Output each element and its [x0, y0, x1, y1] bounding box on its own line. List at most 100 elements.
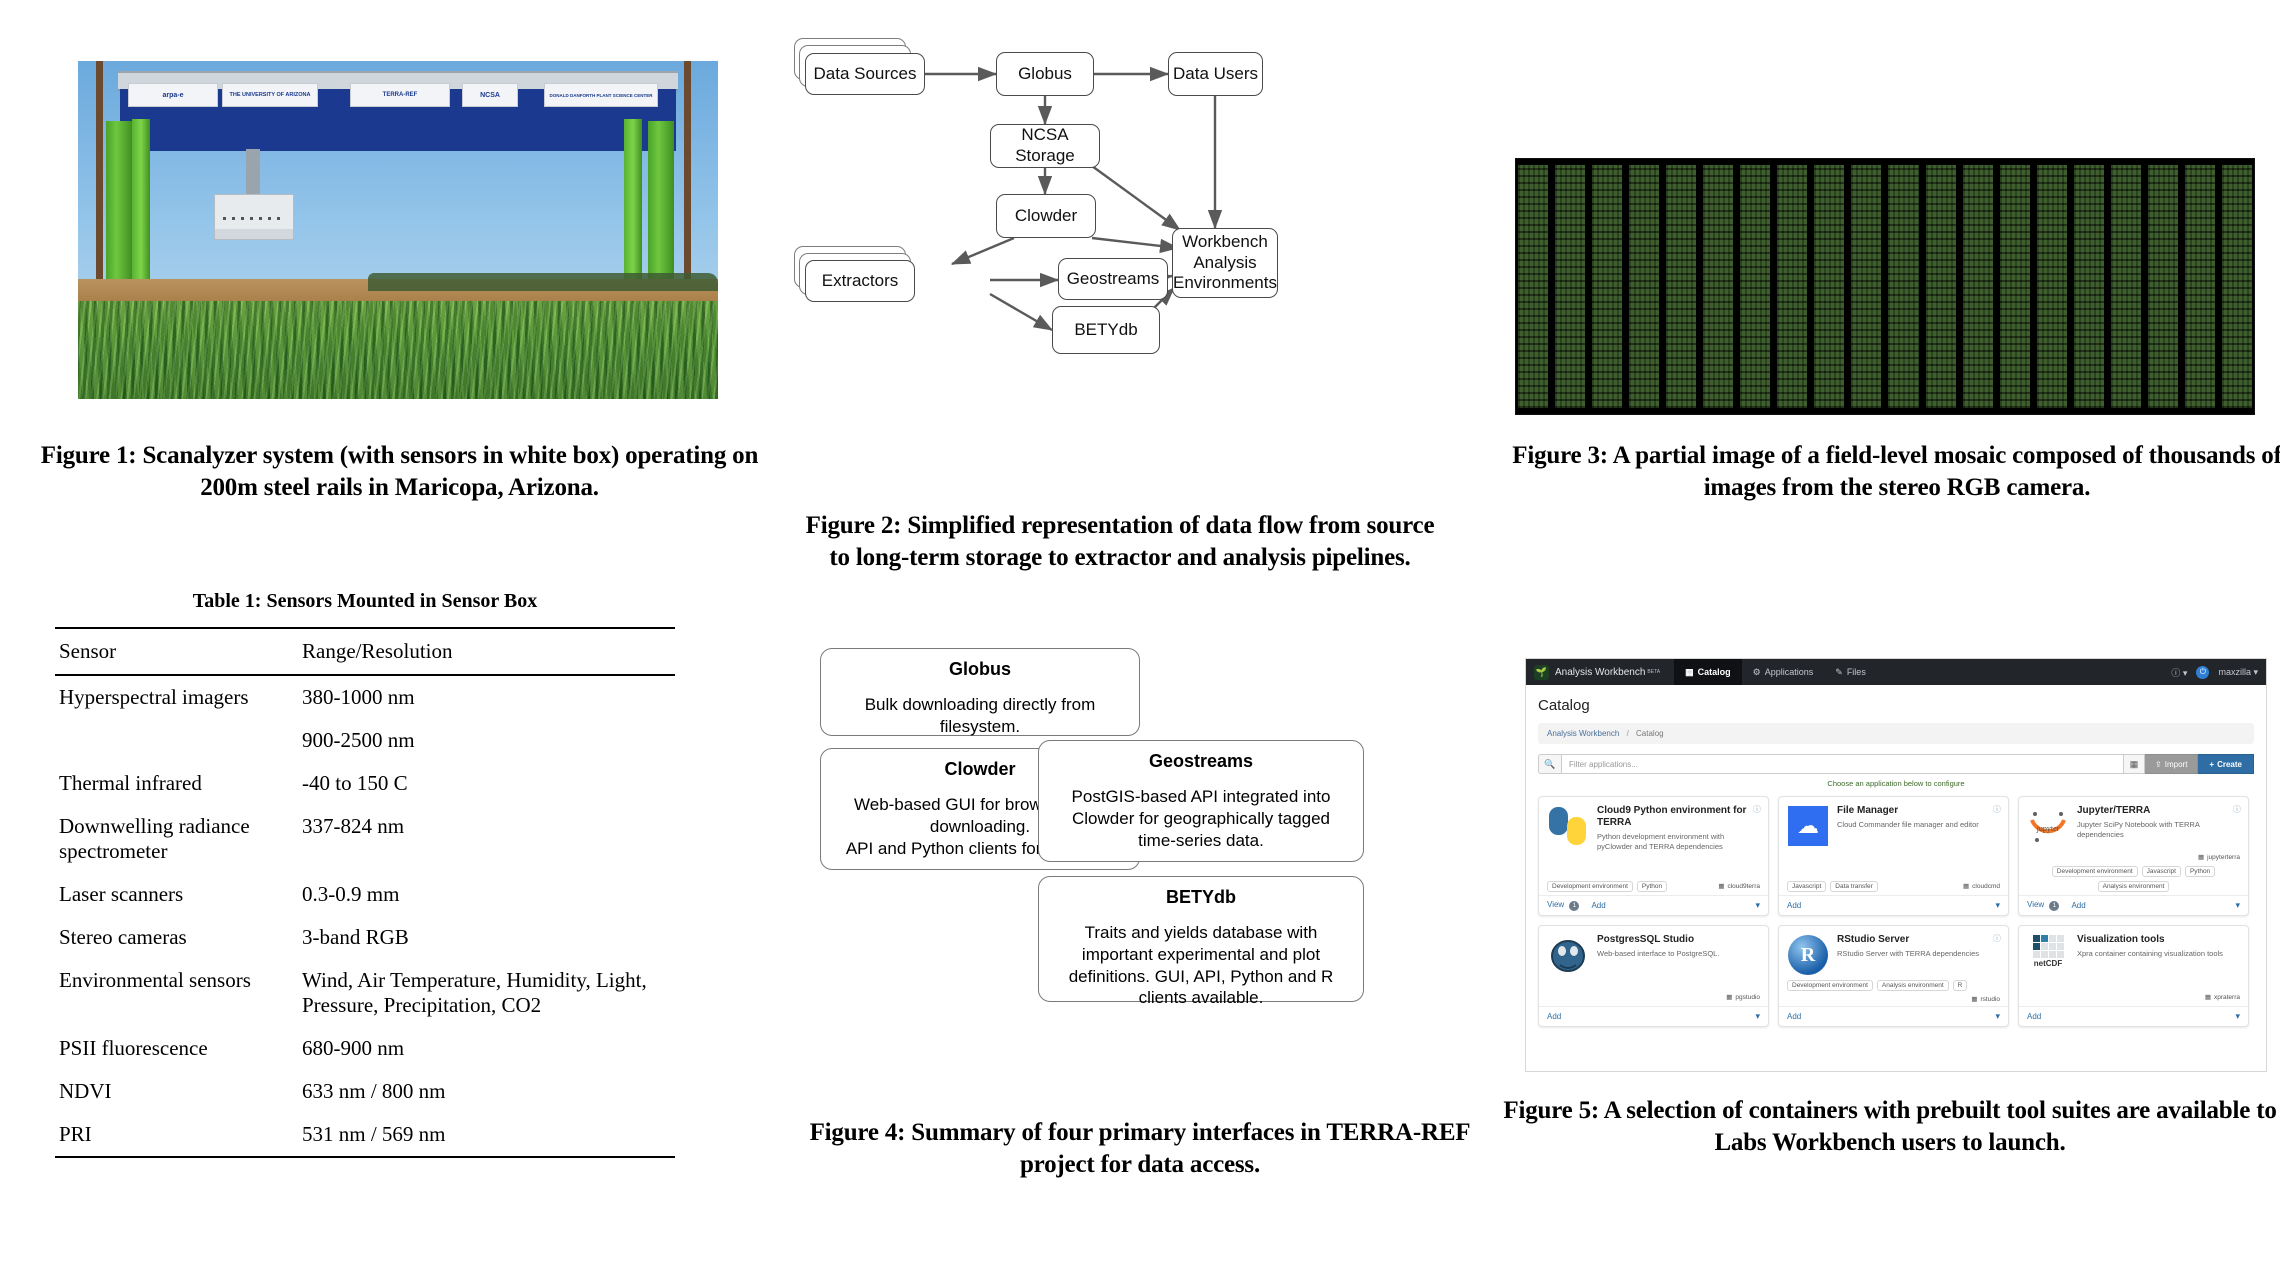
tag[interactable]: Javascript: [2141, 866, 2181, 877]
sensor-boom: [246, 149, 260, 195]
tag[interactable]: Analysis environment: [2097, 881, 2170, 892]
add-button[interactable]: Add: [2071, 901, 2085, 910]
box-title: Geostreams: [1148, 751, 1254, 771]
postgres-icon: [1547, 934, 1589, 976]
tag[interactable]: R: [1952, 980, 1968, 991]
jupyter-icon: jupyter: [2027, 805, 2069, 847]
app-card-jupyter[interactable]: jupyter Jupyter/TERRA Jupyter SciPy Note…: [2018, 796, 2249, 916]
add-button[interactable]: Add: [1787, 1012, 1801, 1021]
box-body: Traits and yields database with importan…: [1068, 923, 1334, 1008]
tag[interactable]: Javascript: [1787, 880, 1827, 892]
help-icon[interactable]: ⓘ: [2233, 804, 2241, 815]
card-footer: Add ▾: [2019, 1006, 2248, 1026]
utility-pole-left: [96, 61, 103, 291]
cell-sensor: NDVI: [59, 1079, 112, 1103]
nav-item-catalog[interactable]: ▦ Catalog: [1674, 659, 1742, 685]
add-button[interactable]: Add: [1591, 901, 1605, 910]
figure4-box-geostreams: Geostreams PostGIS-based API integrated …: [1038, 740, 1364, 862]
help-icon: ⓘ: [2171, 667, 2181, 678]
app-card-rstudio[interactable]: R RStudio Server RStudio Server with TER…: [1778, 925, 2009, 1027]
plot-column: [2036, 165, 2067, 408]
figure5-caption: Figure 5: A selection of containers with…: [1503, 1097, 2277, 1156]
card-info: Visualization tools Xpra container conta…: [2077, 934, 2240, 987]
chevron-down-icon[interactable]: ▾: [1755, 1011, 1760, 1022]
table-row: PSII fluorescence 680-900 nm: [55, 1027, 675, 1070]
view-count-badge: 1: [1569, 901, 1580, 911]
header-right-cluster: ⓘ ▾ ⏻ maxzilla ▾: [2171, 665, 2258, 679]
tag[interactable]: Development environment: [2051, 866, 2138, 877]
cell-range: 680-900 nm: [302, 1036, 405, 1060]
tag[interactable]: Python: [1636, 880, 1668, 892]
user-menu[interactable]: maxzilla ▾: [2218, 667, 2258, 678]
key-label: rstudio: [1980, 995, 2000, 1003]
card-tags-2: Development environment Javascript Pytho…: [2019, 866, 2248, 895]
view-button[interactable]: View 1: [2027, 900, 2060, 911]
import-button[interactable]: ⇪ Import: [2145, 754, 2199, 774]
card-title: RStudio Server: [1837, 934, 1910, 945]
card-footer: Add ▾: [1539, 1006, 1768, 1026]
plot-column: [1666, 165, 1697, 408]
key-label: jupyterterra: [2207, 853, 2240, 861]
banner-arpae: arpa-e: [128, 83, 218, 107]
figure4-caption: Figure 4: Summary of four primary interf…: [809, 1119, 1471, 1178]
breadcrumb-root[interactable]: Analysis Workbench: [1547, 729, 1619, 738]
help-menu[interactable]: ⓘ ▾: [2171, 666, 2187, 679]
app-card-file-manager[interactable]: ☁ File Manager Cloud Commander file mana…: [1778, 796, 2009, 916]
chevron-down-icon[interactable]: ▾: [1755, 900, 1760, 911]
figure4-box-globus: Globus Bulk downloading directly from fi…: [820, 648, 1140, 736]
grid-view-toggle[interactable]: ▦: [2124, 754, 2146, 774]
add-button[interactable]: Add: [2027, 1012, 2041, 1021]
nav-label: Applications: [1764, 667, 1814, 677]
card-key: ▦ cloudcmd: [1963, 882, 2000, 891]
help-icon[interactable]: ⓘ: [1753, 804, 1761, 815]
tag[interactable]: Python: [2184, 866, 2216, 877]
col-header-sensor: Sensor: [55, 627, 298, 676]
page-title: Catalog: [1538, 697, 1590, 714]
view-label: View: [2027, 900, 2045, 909]
app-card-visualization[interactable]: netCDF Visualization tools Xpra containe…: [2018, 925, 2249, 1027]
plot-column: [1851, 165, 1882, 408]
chevron-down-icon[interactable]: ▾: [1995, 900, 2000, 911]
create-button[interactable]: + Create: [2198, 754, 2254, 774]
card-title: Cloud9 Python environment for TERRA: [1597, 805, 1747, 828]
card-footer: View 1 Add ▾: [2019, 895, 2248, 915]
key-label: xpraterra: [2213, 993, 2240, 1001]
tag[interactable]: Analysis environment: [1876, 980, 1949, 991]
chevron-down-icon[interactable]: ▾: [2235, 900, 2240, 911]
cell-sensor: Downwelling radiance spectrometer: [59, 814, 250, 863]
plot-column: [1962, 165, 1993, 408]
card-tags: Development environment Analysis environ…: [1779, 980, 2008, 1006]
treeline: [368, 273, 718, 291]
tag[interactable]: Data transfer: [1830, 880, 1878, 892]
user-name: maxzilla: [2218, 666, 2251, 677]
nav-item-files[interactable]: ✎ Files: [1824, 659, 1877, 685]
help-icon[interactable]: ⓘ: [1993, 933, 2001, 944]
add-button[interactable]: Add: [1547, 1012, 1561, 1021]
tag[interactable]: Development environment: [1787, 980, 1873, 991]
key-label: cloud9terra: [1727, 882, 1760, 890]
card-description: Cloud Commander file manager and editor: [1837, 820, 1979, 829]
app-card-cloud9[interactable]: Cloud9 Python environment for TERRA Pyth…: [1538, 796, 1769, 916]
figure4-diagram: Globus Bulk downloading directly from fi…: [820, 648, 1470, 1088]
python-icon: [1547, 805, 1589, 847]
workbench-logo-icon: 🌱: [1534, 664, 1549, 680]
stack-icon: ▦: [1971, 996, 1978, 1003]
app-card-postgres[interactable]: PostgresSQL Studio Web-based interface t…: [1538, 925, 1769, 1027]
box-title: Globus: [949, 659, 1011, 679]
table-row: Downwelling radiance spectrometer 337-82…: [55, 805, 675, 873]
help-icon[interactable]: ⓘ: [1993, 804, 2001, 815]
card-footer: Add ▾: [1779, 895, 2008, 915]
banner-ncsa: NCSA: [462, 83, 518, 107]
search-input[interactable]: Filter applications...: [1561, 754, 2125, 774]
plot-column: [1592, 165, 1623, 408]
nav-item-applications[interactable]: ⚙ Applications: [1742, 659, 1825, 685]
chevron-down-icon[interactable]: ▾: [1995, 1011, 2000, 1022]
tag[interactable]: Development environment: [1547, 880, 1633, 892]
chevron-down-icon[interactable]: ▾: [2235, 1011, 2240, 1022]
view-button[interactable]: View 1: [1547, 900, 1580, 911]
table-row: PRI 531 nm / 569 nm: [55, 1113, 675, 1158]
plot-column: [1777, 165, 1808, 408]
add-button[interactable]: Add: [1787, 901, 1801, 910]
card-tags: ▦ jupyterterra: [2019, 851, 2248, 866]
card-key: ▦ pgstudio: [1726, 993, 1760, 1002]
